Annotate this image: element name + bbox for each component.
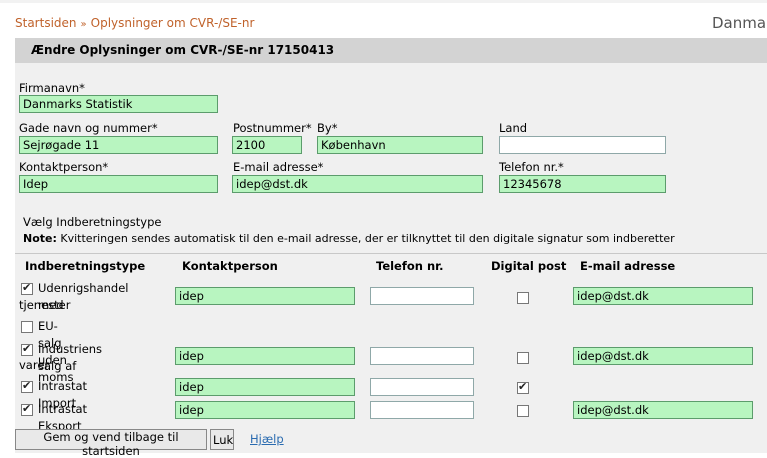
row-0-phone-input[interactable]	[370, 287, 474, 305]
col-header-phone: Telefon nr.	[376, 259, 444, 273]
note-body: Kvitteringen sendes automatisk til den e…	[60, 232, 675, 245]
kontaktperson-label: Kontaktperson*	[19, 160, 109, 174]
by-label: By*	[317, 121, 338, 135]
page-title: Ændre Oplysninger om CVR-/SE-nr 17150413	[31, 43, 335, 57]
breadcrumb-separator-icon: »	[80, 19, 87, 30]
row-1-checkbox[interactable]	[21, 321, 33, 333]
row-0-email-input[interactable]	[573, 287, 753, 305]
postnummer-input[interactable]	[232, 136, 302, 154]
breadcrumb: Startsiden» Oplysninger om CVR-/SE-nr	[15, 16, 254, 30]
row-2-email-input[interactable]	[573, 347, 753, 365]
kontaktperson-input[interactable]	[19, 175, 218, 193]
row-4-digital-post-checkbox[interactable]	[517, 405, 529, 417]
row-4-checkbox[interactable]	[21, 402, 33, 416]
email-input[interactable]	[232, 175, 483, 193]
row-2-phone-input[interactable]	[370, 347, 474, 365]
breadcrumb-current[interactable]: Oplysninger om CVR-/SE-nr	[91, 16, 255, 30]
gade-input[interactable]	[19, 136, 218, 154]
land-label: Land	[499, 121, 528, 135]
row-2-checkbox[interactable]	[21, 342, 33, 356]
note-label: Note:	[23, 232, 57, 245]
row-2-digital-post-checkbox[interactable]	[517, 352, 529, 364]
type-section-title: Vælg Indberetningstype	[23, 215, 162, 229]
row-3-digital-post-checkbox[interactable]	[517, 380, 529, 394]
country-label: Danmar	[712, 14, 767, 32]
firmanavn-label: Firmanavn*	[19, 81, 85, 95]
row-4-email-input[interactable]	[573, 401, 753, 419]
by-input[interactable]	[317, 136, 483, 154]
row-0-checkbox[interactable]	[21, 281, 33, 295]
col-header-email: E-mail adresse	[580, 259, 676, 273]
gade-label: Gade navn og nummer*	[19, 121, 158, 135]
col-header-digital-post: Digital post	[491, 259, 567, 273]
row-0-digital-post-checkbox[interactable]	[517, 292, 529, 304]
col-header-type: Indberetningstype	[25, 259, 146, 273]
postnummer-label: Postnummer*	[233, 121, 312, 135]
row-2-contact-input[interactable]	[175, 347, 355, 365]
row-0-contact-input[interactable]	[175, 287, 355, 305]
save-return-button[interactable]: Gem og vend tilbage til startsiden	[15, 429, 207, 458]
telefon-label: Telefon nr.*	[499, 160, 564, 174]
firmanavn-input[interactable]	[19, 95, 218, 113]
row-4-contact-input[interactable]	[175, 401, 355, 419]
table-divider	[15, 253, 767, 254]
col-header-contact: Kontaktperson	[182, 259, 278, 273]
help-link[interactable]: Hjælp	[250, 432, 284, 446]
row-3-phone-input[interactable]	[370, 378, 474, 396]
row-4-phone-input[interactable]	[370, 401, 474, 419]
close-button[interactable]: Luk	[210, 429, 234, 450]
row-0-label-line2: tjenester	[19, 298, 71, 312]
note-text: Note: Kvitteringen sendes automatisk til…	[23, 232, 675, 245]
row-3-contact-input[interactable]	[175, 378, 355, 396]
email-label: E-mail adresse*	[233, 160, 324, 174]
telefon-input[interactable]	[499, 175, 666, 193]
land-input[interactable]	[499, 136, 666, 154]
top-strip	[0, 0, 767, 3]
page-title-bar: Ændre Oplysninger om CVR-/SE-nr 17150413	[15, 38, 767, 63]
row-2-label-line2: varer	[19, 358, 50, 372]
breadcrumb-startsiden[interactable]: Startsiden	[15, 16, 77, 30]
row-3-checkbox[interactable]	[21, 379, 33, 393]
